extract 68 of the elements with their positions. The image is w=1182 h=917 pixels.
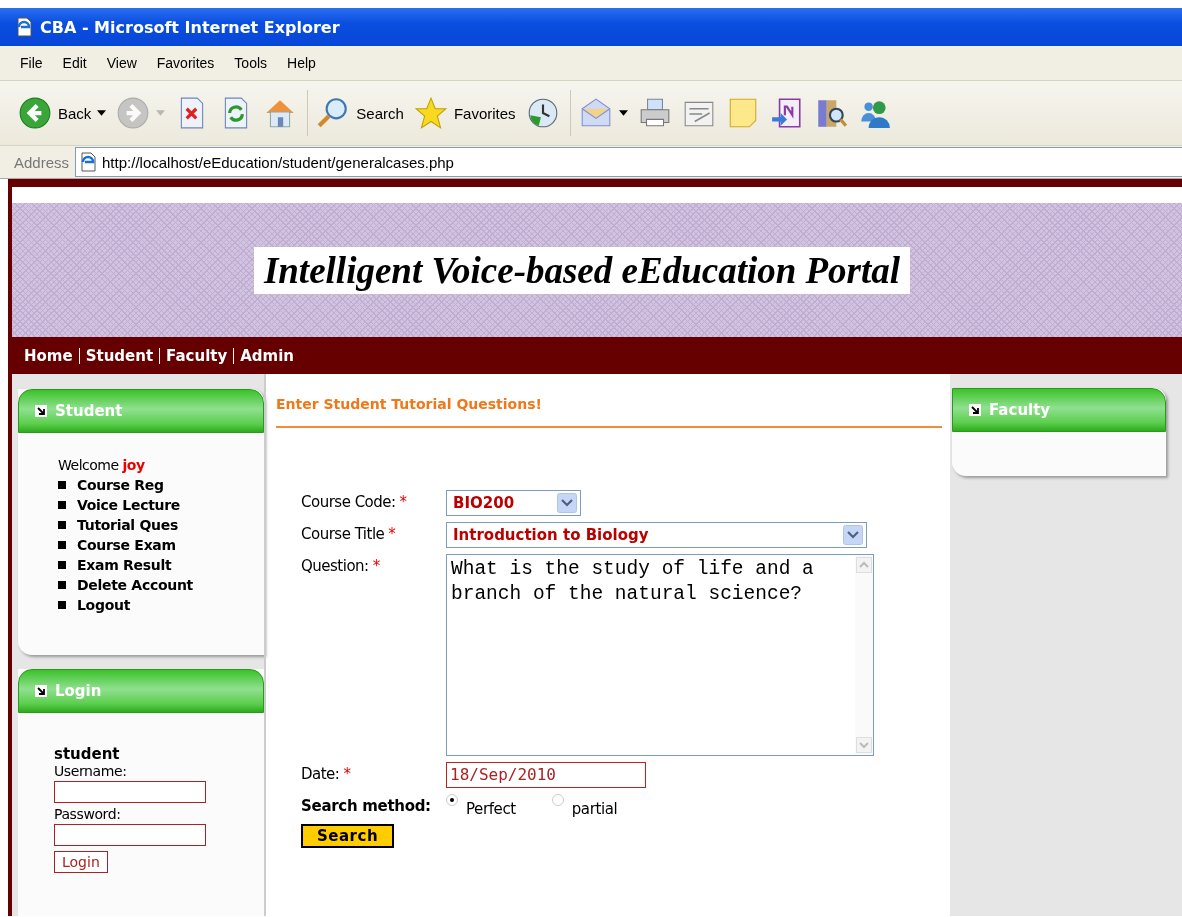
arrow-box-icon: [35, 685, 47, 697]
menu-item[interactable]: View: [96, 55, 147, 71]
menu-link[interactable]: Logout: [77, 597, 131, 613]
bullet-icon: [58, 581, 66, 589]
page-icon: [14, 17, 34, 37]
panel-title: Faculty: [989, 401, 1051, 419]
bullet-icon: [58, 561, 66, 569]
menu-item[interactable]: Edit: [52, 55, 97, 71]
menu-link[interactable]: Delete Account: [77, 577, 193, 593]
site-title: Intelligent Voice-based eEducation Portal: [253, 246, 911, 294]
menu-item[interactable]: Help: [277, 55, 326, 71]
nav-link[interactable]: Admin: [233, 347, 301, 364]
radio-label: partial: [571, 799, 618, 818]
menu-link[interactable]: Tutorial Ques: [77, 517, 178, 533]
dropdown[interactable]: Introduction to Biology: [446, 522, 867, 548]
caret-icon[interactable]: [97, 110, 107, 116]
menu-link[interactable]: Course Reg: [77, 477, 164, 493]
radio-label: Perfect: [466, 799, 516, 818]
required-mark: *: [388, 525, 396, 543]
nav-link[interactable]: Student: [78, 347, 160, 364]
menu-link[interactable]: Exam Result: [77, 557, 172, 573]
required-mark: *: [343, 765, 351, 783]
nav-link[interactable]: Faculty: [159, 347, 234, 364]
bullet-icon: [58, 541, 66, 549]
menu-link[interactable]: Course Exam: [77, 537, 176, 553]
address-label: Address: [14, 153, 70, 171]
panel-title: Student: [55, 402, 123, 420]
dropdown[interactable]: BIO200: [446, 490, 581, 516]
login-button[interactable]: Login: [54, 851, 108, 873]
toolbar-button[interactable]: Back: [18, 96, 92, 130]
field-label: Course Title: [301, 525, 385, 543]
search-button[interactable]: Search: [301, 824, 395, 848]
required-mark: *: [372, 557, 380, 575]
arrow-box-icon: [35, 405, 47, 417]
form-heading: Enter Student Tutorial Questions!: [276, 395, 543, 414]
date-field[interactable]: 18/Sep/2010: [446, 762, 646, 788]
field-label: Question:: [301, 557, 369, 575]
notebook-icon[interactable]: [769, 96, 804, 130]
nav-link[interactable]: Home: [18, 347, 79, 364]
arrow-box-icon: [969, 404, 981, 416]
radio-button[interactable]: [446, 794, 458, 806]
window-title: CBA - Microsoft Internet Explorer: [40, 17, 340, 37]
bullet-icon: [58, 521, 66, 529]
star-icon: [413, 96, 448, 130]
menu-link[interactable]: Voice Lecture: [77, 497, 181, 513]
page-icon: [78, 152, 99, 172]
menu-item[interactable]: Favorites: [146, 55, 225, 71]
welcome-text: Welcome joy: [58, 457, 146, 473]
login-heading: student: [54, 745, 120, 763]
password-label: Password:: [54, 806, 121, 822]
menu-item[interactable]: Tools: [224, 55, 278, 71]
menu-item[interactable]: File: [14, 55, 53, 71]
bullet-icon: [58, 501, 66, 509]
field-label: Date:: [301, 765, 340, 783]
caret-icon[interactable]: [618, 110, 628, 116]
toolbar-button[interactable]: Search: [316, 96, 404, 130]
panel-title: Login: [55, 682, 102, 700]
radio-button[interactable]: [551, 794, 564, 806]
username-label: Username:: [54, 763, 127, 779]
toolbar-button[interactable]: Favorites: [413, 96, 516, 130]
required-mark: *: [399, 493, 407, 511]
username-field[interactable]: [54, 781, 206, 803]
address-field[interactable]: http://localhost/eEducation/student/generalcases.php: [75, 147, 1182, 177]
field-label: Course Code:: [301, 493, 396, 511]
bullet-icon: [58, 481, 66, 489]
field-label: Search method:: [301, 797, 431, 815]
bullet-icon: [58, 601, 66, 609]
password-field[interactable]: [54, 824, 206, 846]
